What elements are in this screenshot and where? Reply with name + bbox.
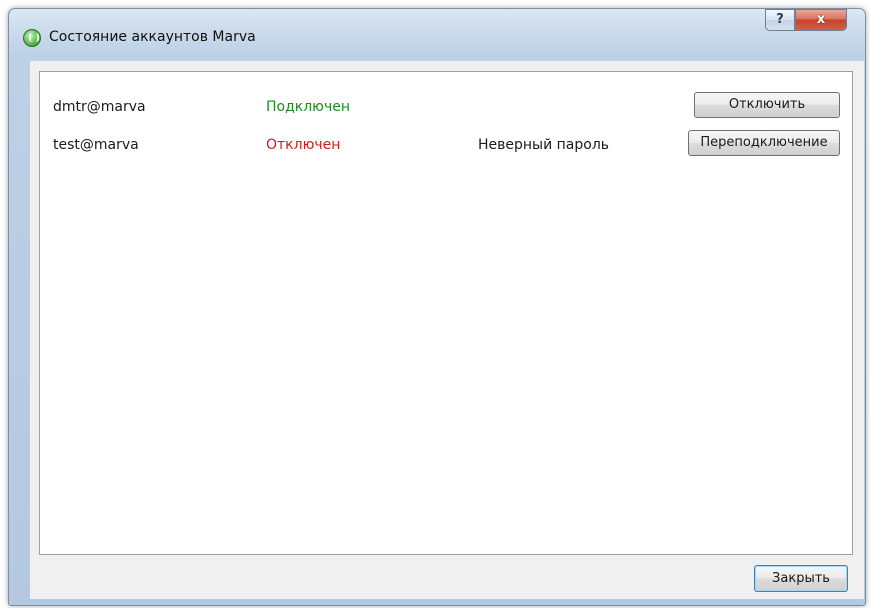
close-window-button[interactable]: x <box>795 9 847 31</box>
help-button[interactable]: ? <box>765 9 795 31</box>
account-status-window: Состояние аккаунтов Marva ? x dmtr@marva… <box>8 8 866 606</box>
close-button[interactable]: Закрыть <box>754 565 848 592</box>
account-error: Неверный пароль <box>478 137 610 153</box>
dialog-client-area: dmtr@marva Подключен Отключить test@marv… <box>30 61 864 599</box>
account-status: Отключен <box>266 137 341 153</box>
account-status: Подключен <box>266 99 350 115</box>
marva-app-icon <box>23 29 41 47</box>
accounts-list: dmtr@marva Подключен Отключить test@marv… <box>39 71 853 555</box>
reconnect-button[interactable]: Переподключение <box>688 130 840 156</box>
window-title: Состояние аккаунтов Marva <box>49 29 256 45</box>
title-bar[interactable]: Состояние аккаунтов Marva ? x <box>9 9 865 59</box>
account-name: dmtr@marva <box>53 99 146 115</box>
account-row: test@marva Отключен Неверный пароль Пере… <box>40 129 852 163</box>
account-name: test@marva <box>53 137 139 153</box>
disconnect-button[interactable]: Отключить <box>694 92 840 118</box>
account-row: dmtr@marva Подключен Отключить <box>40 91 852 125</box>
